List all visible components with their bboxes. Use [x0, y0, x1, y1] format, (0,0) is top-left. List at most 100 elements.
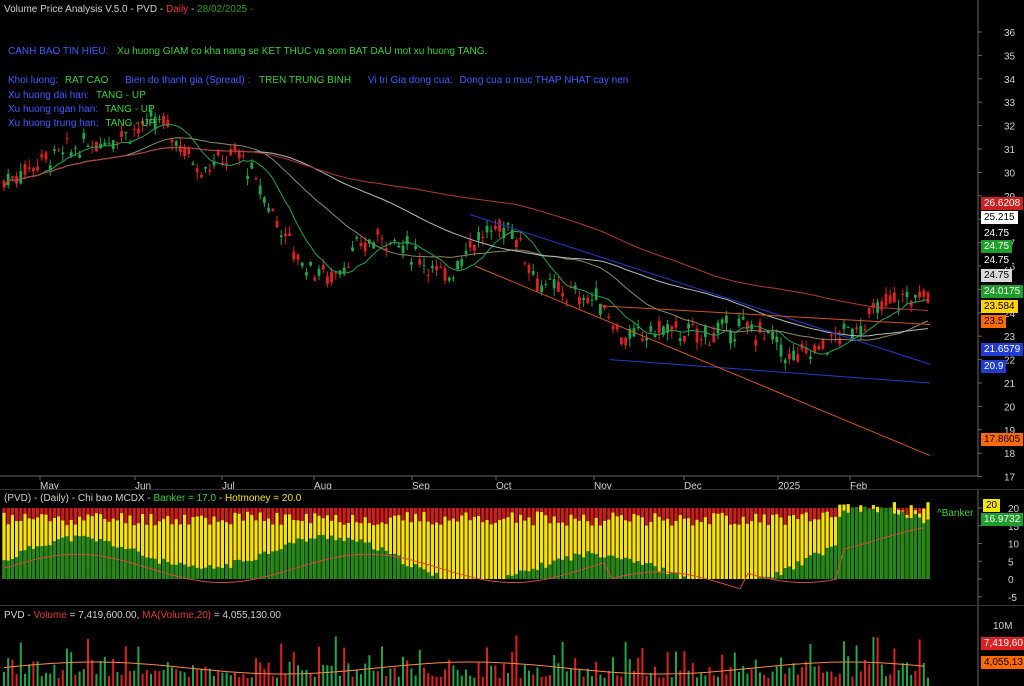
volume-bar — [561, 641, 564, 686]
mcdx-hotmoney-bar — [733, 523, 737, 579]
mcdx-banker-bar — [48, 545, 52, 579]
volume-bar — [826, 671, 829, 686]
chart-title: Volume Price Analysis V.5.0 - PVD - Dail… — [4, 4, 254, 15]
volume-bar — [418, 649, 421, 686]
ma-long-line — [3, 146, 929, 337]
price-candle — [649, 325, 653, 332]
price-candle — [162, 115, 165, 126]
price-candle — [918, 291, 921, 298]
volume-bar — [11, 659, 14, 686]
volume-bar — [914, 670, 917, 686]
volume-title: PVD - Volume = 7,419,600.00, MA(Volume,2… — [4, 610, 281, 621]
mcdx-banker-bar — [292, 543, 296, 579]
mcdx-banker-bar — [73, 535, 77, 579]
volume-bar — [355, 669, 358, 686]
volume-value: 7,419,600.00 — [78, 610, 137, 621]
mcdx-banker-bar — [418, 567, 422, 579]
mcdx-hotmoney-bar — [670, 525, 674, 579]
price-candle — [691, 323, 695, 325]
price-candle — [863, 329, 867, 331]
mcdx-banker-bar — [225, 563, 229, 579]
price-candle — [254, 178, 258, 180]
mcdx-banker-bar — [640, 564, 644, 579]
price-candle — [384, 248, 388, 250]
volume-bar — [813, 666, 816, 686]
volume-bar — [910, 675, 913, 686]
mcdx-banker-bar — [892, 513, 896, 579]
mcdx-banker-bar — [426, 572, 430, 579]
volume-bar — [460, 675, 463, 686]
trend-long: Xu huong dai han: TANG - UP — [8, 90, 146, 101]
volume-bar — [150, 674, 152, 686]
mcdx-banker-bar — [19, 550, 23, 579]
price-candle — [40, 154, 44, 158]
price-candle — [737, 318, 741, 326]
price-candle — [578, 296, 581, 305]
volume-bar — [402, 656, 404, 686]
price-candle — [393, 239, 396, 241]
volume-bar — [208, 668, 211, 686]
volume-bar — [368, 655, 371, 686]
mcdx-banker-bar — [313, 538, 317, 579]
price-candle — [788, 353, 791, 360]
price-candle — [653, 334, 657, 337]
trend-mid-label: Xu huong trung han: — [8, 118, 99, 129]
price-candle — [363, 242, 367, 252]
price-candle — [468, 240, 472, 248]
volume-bar — [809, 643, 812, 686]
volume-bar — [297, 665, 299, 686]
mcdx-canvas[interactable]: 20151050-5 — [0, 490, 1024, 606]
price-candle — [771, 332, 774, 340]
volume-bar — [477, 661, 480, 686]
ticker-symbol: PVD — [136, 4, 158, 15]
volume-bar — [133, 670, 136, 686]
price-chart-pane[interactable]: 3635343332313029282726252423222120191817… — [0, 0, 1024, 490]
volume-pane[interactable]: PVD - Volume = 7,419,600.00, MA(Volume,2… — [0, 606, 1024, 686]
price-candle — [418, 259, 422, 265]
volume-bar — [759, 672, 761, 686]
mcdx-hotmoney-bar — [502, 518, 506, 579]
volume-bar — [318, 646, 320, 686]
price-candle — [326, 276, 329, 284]
price-candle — [489, 230, 493, 232]
price-candle — [32, 168, 35, 172]
mcdx-hotmoney-bar — [758, 522, 762, 579]
mcdx-banker-bar — [220, 567, 224, 579]
mcdx-banker-bar — [758, 577, 762, 579]
volume-bar — [872, 637, 875, 686]
price-candle — [410, 261, 413, 265]
volume-bar — [490, 665, 493, 686]
price-candle — [401, 245, 405, 254]
price-candle — [607, 316, 611, 318]
price-candle — [288, 233, 291, 236]
mcdx-axis-label: 5 — [1008, 557, 1014, 568]
mcdx-hotmoney-bar — [766, 525, 770, 579]
mcdx-indicator-pane[interactable]: 20 15 10 5 0 -5 (PVD) - (Daily) - Chi bao MCD… — [0, 490, 1024, 606]
trend-long-label: Xu huong dai han: — [8, 90, 90, 101]
mcdx-hotmoney-bar — [729, 524, 733, 579]
volume-bar — [515, 635, 518, 686]
mcdx-banker-bar — [586, 551, 590, 579]
channel-blue-lower — [609, 359, 931, 384]
volume-bar — [889, 674, 892, 686]
price-candle — [309, 261, 312, 266]
volume-bar — [649, 672, 652, 686]
price-candle — [741, 316, 745, 320]
price-candle — [783, 359, 787, 364]
volume-bar — [24, 673, 26, 686]
volume-bar — [213, 675, 215, 686]
price-candle — [208, 170, 212, 172]
mcdx-banker-bar — [351, 539, 355, 579]
mcdx-banker-bar — [6, 560, 10, 579]
mcdx-hotmoney-bar — [506, 517, 510, 579]
price-chart-canvas[interactable]: 3635343332313029282726252423222120191817… — [0, 0, 1024, 490]
price-axis-label: 21 — [1004, 379, 1016, 390]
mcdx-hotmoney-bar — [498, 520, 502, 579]
price-candle — [86, 145, 90, 147]
mcdx-hotmoney-bar — [430, 524, 434, 579]
mcdx-banker-bar — [65, 536, 69, 579]
volume-bar — [158, 671, 161, 686]
mcdx-hotmoney-bar — [464, 512, 468, 579]
mcdx-banker-bar — [94, 541, 98, 579]
volume-bar — [582, 676, 585, 686]
